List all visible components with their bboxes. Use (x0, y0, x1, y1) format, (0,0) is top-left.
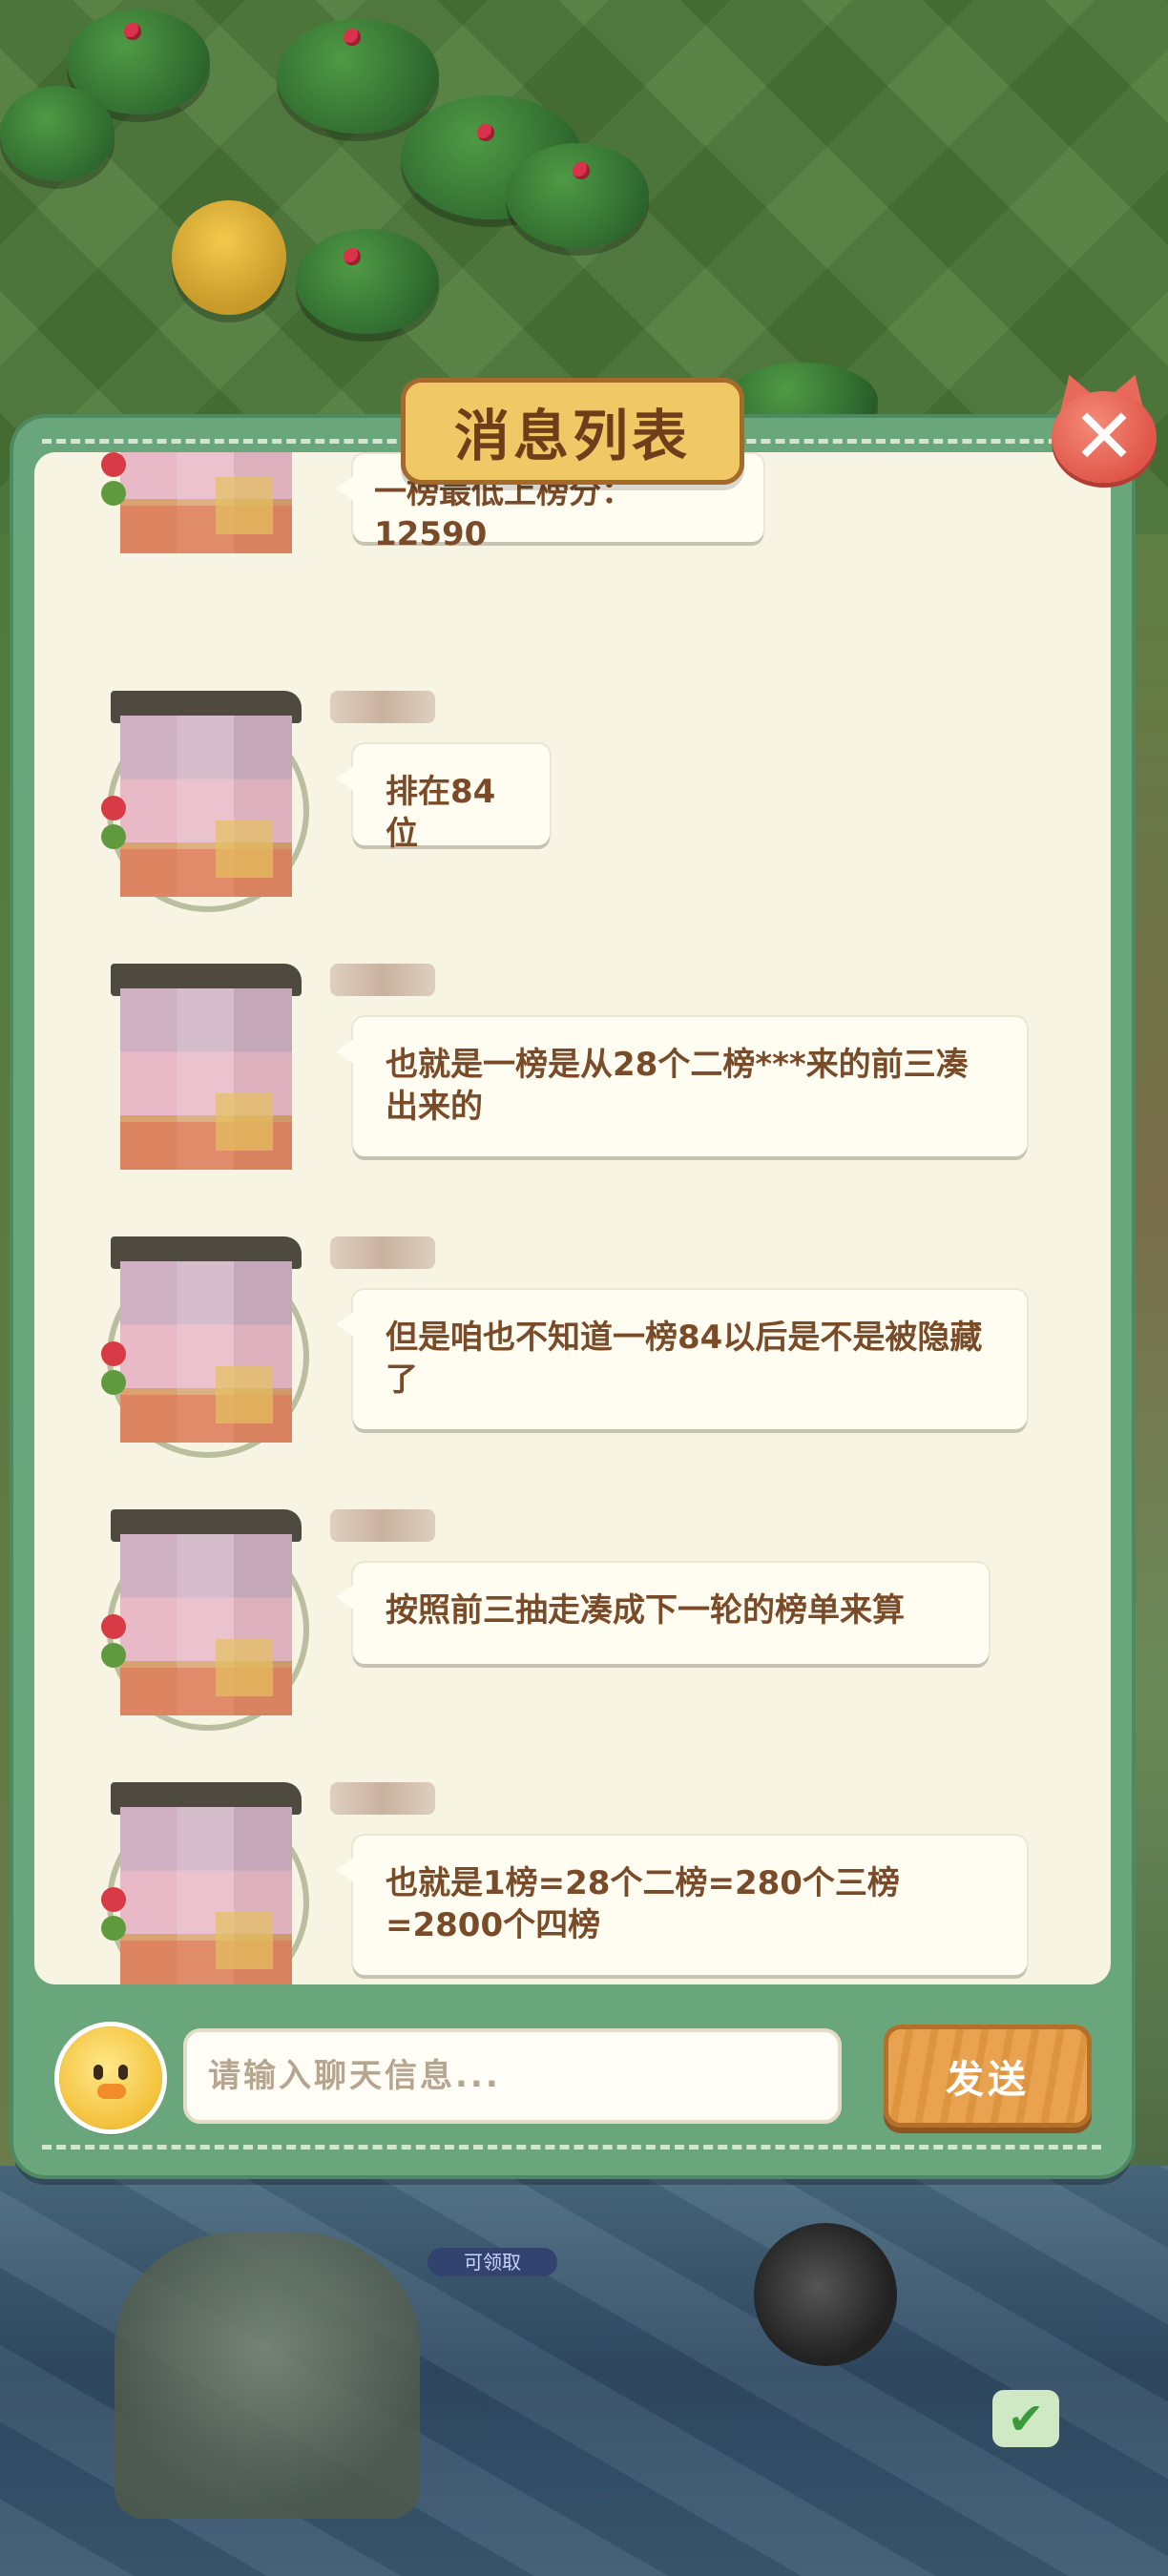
chat-input-bar: 发送 (13, 2021, 1132, 2135)
sender-name (330, 691, 435, 723)
avatar-image (120, 716, 292, 897)
chick-emoji-icon[interactable] (59, 2026, 162, 2129)
dialog-bottom-dashes (42, 2145, 1101, 2150)
duck-character (172, 200, 286, 315)
berry (344, 29, 361, 46)
avatar-image (120, 1534, 292, 1715)
message-row: 排在84位 (34, 691, 1111, 939)
message-row: 也就是1榜=28个二榜=280个三榜=2800个四榜 (34, 1782, 1111, 1984)
garden-statue (115, 2233, 420, 2519)
send-button[interactable]: 发送 (884, 2025, 1092, 2128)
berry (344, 248, 361, 265)
flower-decoration (101, 796, 126, 821)
message-bubble: 也就是一榜是从28个二榜***来的前三凑出来的 (336, 1017, 1027, 1156)
message-scroll-area[interactable]: 一榜最低上榜分：12590 排在84位 也就是一榜是从28个二榜***来的前三凑… (34, 452, 1111, 1984)
claim-pill[interactable]: 可领取 (428, 2248, 557, 2276)
avatar-image (120, 452, 292, 553)
dialog-title: 消息列表 (401, 378, 744, 485)
avatar-image (120, 1807, 292, 1984)
avatar[interactable] (101, 452, 302, 557)
berry (573, 162, 590, 179)
berry (477, 124, 494, 141)
sender-name (330, 964, 435, 996)
avatar-image (120, 1261, 292, 1443)
emoji-eye (118, 2065, 128, 2080)
berry-bush (296, 229, 439, 334)
flower-decoration (101, 452, 126, 477)
flower-decoration (101, 1887, 126, 1912)
close-button[interactable]: ✕ (1046, 368, 1160, 485)
flower-decoration (101, 1614, 126, 1639)
emoji-eye (94, 2065, 103, 2080)
message-bubble: 按照前三抽走凑成下一轮的榜单来算 (336, 1563, 989, 1664)
message-bubble: 但是咱也不知道一榜84以后是不是被隐藏了 (336, 1290, 1027, 1429)
message-row: 但是咱也不知道一榜84以后是不是被隐藏了 (34, 1236, 1111, 1485)
emoji-beak (97, 2084, 126, 2099)
message-row: 也就是一榜是从28个二榜***来的前三凑出来的 (34, 964, 1111, 1212)
check-icon[interactable]: ✔ (992, 2390, 1059, 2447)
message-row: 按照前三抽走凑成下一轮的榜单来算 (34, 1509, 1111, 1757)
sender-name (330, 1782, 435, 1815)
berry-bush (506, 143, 649, 248)
message-bubble: 也就是1榜=28个二榜=280个三榜=2800个四榜 (336, 1836, 1027, 1975)
message-bubble: 排在84位 (336, 744, 550, 853)
berry (124, 23, 141, 40)
sender-name (330, 1236, 435, 1269)
flower-decoration (101, 1341, 126, 1366)
message-list-dialog: 一榜最低上榜分：12590 排在84位 也就是一榜是从28个二榜***来的前三凑… (13, 418, 1132, 2175)
avatar-image (120, 988, 292, 1170)
avatar[interactable] (101, 1509, 309, 1731)
avatar[interactable] (101, 1782, 309, 1984)
close-icon: ✕ (1072, 392, 1137, 481)
avatar[interactable] (101, 964, 302, 1174)
sender-name (330, 1509, 435, 1542)
avatar[interactable] (101, 691, 309, 912)
chat-message-input[interactable] (183, 2028, 842, 2124)
film-projector (754, 2223, 897, 2366)
avatar[interactable] (101, 1236, 309, 1458)
berry-bush (0, 86, 115, 181)
